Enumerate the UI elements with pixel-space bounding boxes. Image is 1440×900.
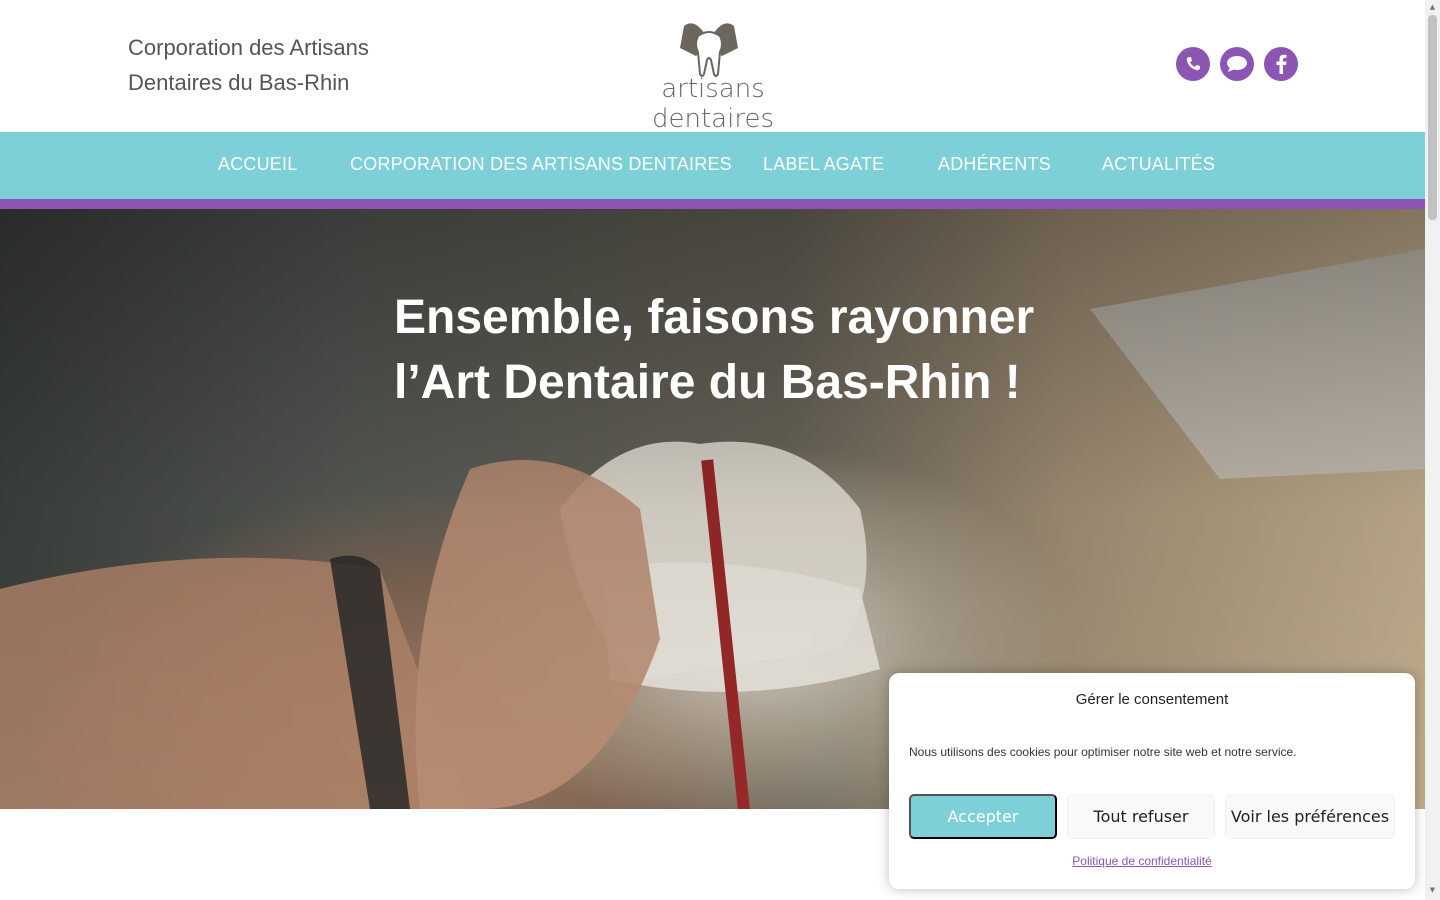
site-title[interactable]: Corporation des Artisans Dentaires du Ba… (128, 30, 428, 100)
nav-accent-bar (0, 199, 1425, 209)
nav-item-accueil[interactable]: ACCUEIL (218, 154, 297, 175)
facebook-icon (1276, 54, 1287, 74)
site-header: Corporation des Artisans Dentaires du Ba… (0, 0, 1425, 134)
phone-icon (1186, 57, 1200, 71)
facebook-button[interactable] (1264, 47, 1298, 81)
hero-title-line2: l’Art Dentaire du Bas-Rhin ! (394, 356, 1021, 409)
nav-item-actualites[interactable]: ACTUALITÉS (1102, 154, 1215, 175)
nav-item-label-agate[interactable]: LABEL AGATE (763, 154, 884, 175)
nav-item-corporation[interactable]: CORPORATION DES ARTISANS DENTAIRES (350, 154, 732, 175)
scroll-up-icon[interactable]: ▲ (1428, 3, 1437, 12)
site-title-line1: Corporation des Artisans (128, 35, 369, 60)
consent-title: Gérer le consentement (1075, 691, 1229, 708)
hero-title-line1: Ensemble, faisons rayonner (394, 291, 1035, 344)
preferences-button[interactable]: Voir les préférences (1225, 794, 1395, 839)
cookie-consent-dialog: Gérer le consentement Nous utilisons des… (889, 673, 1415, 889)
chat-button[interactable] (1220, 47, 1254, 81)
logo-text: artisans dentaires (652, 74, 774, 134)
privacy-policy-link[interactable]: Politique de confidentialité (889, 854, 1395, 868)
tooth-logo-icon (680, 23, 738, 77)
site-logo[interactable]: artisans dentaires (606, 18, 820, 134)
chat-icon (1227, 56, 1247, 72)
accept-button[interactable]: Accepter (909, 794, 1057, 839)
site-title-line2: Dentaires du Bas-Rhin (128, 70, 350, 95)
consent-message: Nous utilisons des cookies pour optimise… (909, 745, 1297, 759)
scrollbar-thumb[interactable] (1428, 15, 1437, 220)
deny-all-button[interactable]: Tout refuser (1067, 794, 1215, 839)
scroll-down-icon[interactable]: ▼ (1428, 886, 1437, 895)
nav-item-adherents[interactable]: ADHÉRENTS (938, 154, 1051, 175)
phone-button[interactable] (1176, 47, 1210, 81)
hero-title: Ensemble, faisons rayonner l’Art Dentair… (394, 285, 1094, 415)
